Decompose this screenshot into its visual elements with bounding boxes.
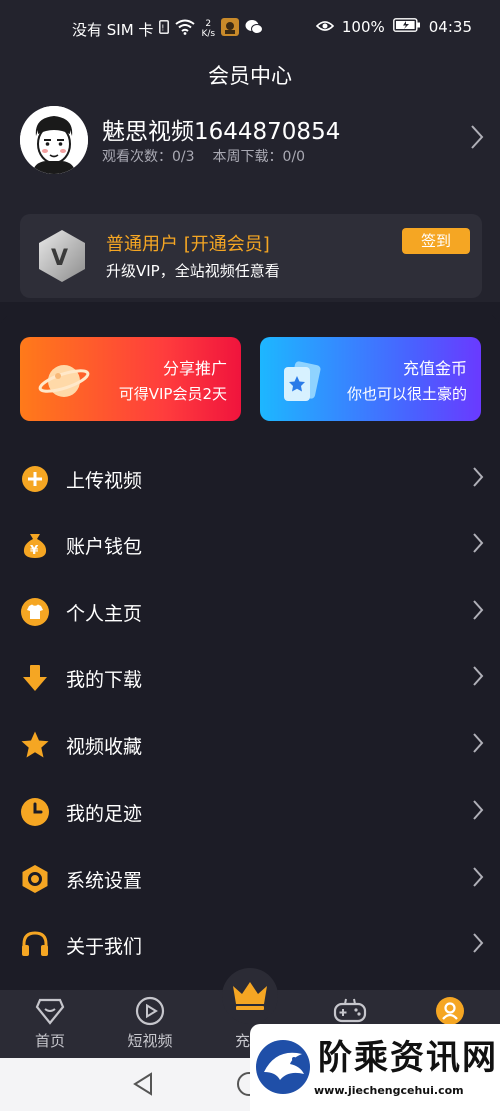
tab-home[interactable]: 首页 [0,990,100,1058]
menu-label: 系统设置 [66,870,143,892]
menu-item-profile-page[interactable]: 个人主页 [0,579,500,645]
menu-label: 视频收藏 [66,736,143,758]
clock-icon [20,797,50,827]
clock-time: 04:35 [428,18,472,36]
menu-item-wallet[interactable]: ¥ 账户钱包 [0,512,500,578]
crown-icon [222,968,278,1024]
app-notification-icon [221,18,240,40]
chevron-right-icon [472,599,484,625]
recharge-promo-title: 充值金币 [402,359,467,378]
chevron-right-icon [472,466,484,492]
avatar[interactable] [20,106,88,174]
profile-stats: 观看次数：0/3 本周下载：0/0 [102,146,305,166]
recharge-promo-card[interactable]: 充值金币 你也可以很土豪的 [260,337,481,421]
share-promo-card[interactable]: 分享推广 可得VIP会员2天 [20,337,241,421]
plus-circle-icon [20,464,50,494]
star-icon [20,730,50,760]
downloads-count: 本周下载：0/0 [212,149,306,165]
signin-button[interactable]: 签到 [402,228,470,254]
play-circle-icon [135,996,165,1030]
profile-name[interactable]: 魅思视频1644870854 [102,112,340,146]
eagle-logo-icon [254,1038,312,1100]
watermark-url: www.jiechengcehui.com [314,1084,464,1097]
tab-short-video[interactable]: 短视频 [100,990,200,1058]
vip-title[interactable]: 普通用户 [开通会员] [106,230,270,256]
chevron-right-icon [472,932,484,958]
chevron-right-icon[interactable] [470,124,484,154]
chevron-right-icon [472,732,484,758]
watermark-text: 阶乘资讯网 [318,1038,498,1078]
menu-label: 上传视频 [66,470,143,492]
vip-badge-icon: V [36,228,88,288]
svg-text:!: ! [162,24,165,33]
views-count: 观看次数：0/3 [102,149,195,165]
status-right: 100% 04:35 [315,18,472,36]
back-icon[interactable] [132,1072,154,1100]
menu-label: 账户钱包 [66,536,143,558]
svg-text:V: V [51,246,68,271]
tab-label: 首页 [34,1032,65,1050]
planet-icon [38,359,90,407]
wechat-icon [245,19,264,39]
battery-icon [392,18,421,36]
vip-subtitle: 升级VIP，全站视频任意看 [106,262,280,280]
menu-item-upload-video[interactable]: 上传视频 [0,446,500,512]
chevron-right-icon [472,799,484,825]
share-promo-subtitle: 可得VIP会员2天 [118,385,227,403]
net-speed-unit: K/s [201,29,216,39]
status-left: 没有 SIM 卡 ! 2 K/s [72,18,264,40]
chevron-right-icon [472,665,484,691]
chevron-right-icon [472,532,484,558]
avatar-face-icon [20,106,88,174]
menu-item-downloads[interactable]: 我的下载 [0,645,500,711]
page-title: 会员中心 [208,64,292,88]
menu-item-history[interactable]: 我的足迹 [0,779,500,845]
tab-label: 短视频 [127,1032,173,1050]
share-promo-title: 分享推广 [162,359,227,378]
hexagon-settings-icon [20,864,50,894]
chevron-right-icon [472,866,484,892]
download-arrow-icon [20,663,50,693]
recharge-promo-subtitle: 你也可以很土豪的 [346,385,467,403]
svg-text:¥: ¥ [30,543,39,557]
vip-card[interactable] [20,214,482,298]
net-speed: 2 K/s [201,19,215,39]
sim-icon: ! [159,20,170,38]
menu-item-favorites[interactable]: 视频收藏 [0,712,500,778]
menu-label: 我的下载 [66,669,143,691]
card-star-icon [278,359,324,411]
net-speed-value: 2 [205,19,212,29]
headset-icon [20,930,50,960]
site-watermark: 阶乘资讯网 www.jiechengcehui.com [250,1024,500,1111]
shirt-icon [20,597,50,627]
eye-icon [315,18,335,36]
menu-label: 个人主页 [66,603,143,625]
status-bar: 没有 SIM 卡 ! 2 K/s 100% 04:35 [0,0,500,52]
menu-label: 关于我们 [66,936,143,958]
money-bag-icon: ¥ [20,530,50,560]
menu-item-settings[interactable]: 系统设置 [0,846,500,912]
carrier-text: 没有 SIM 卡 [72,20,154,39]
menu-label: 我的足迹 [66,803,143,825]
battery-percent: 100% [341,18,385,36]
diamond-home-icon [35,996,65,1030]
wifi-icon [175,19,196,39]
